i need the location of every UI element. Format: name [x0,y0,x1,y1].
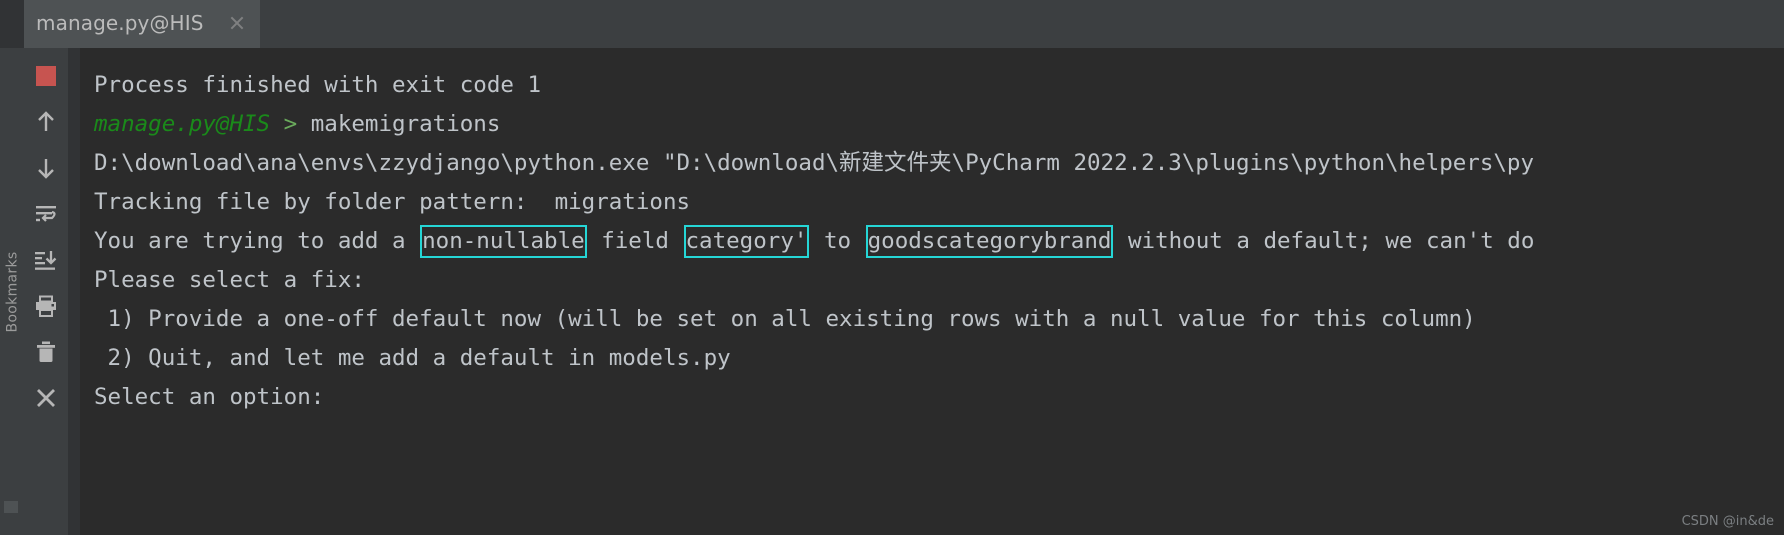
down-button[interactable] [30,152,62,184]
print-button[interactable] [30,290,62,322]
highlight-box: non-nullable [420,225,587,258]
console-line-command-line: manage.py@HIS > makemigrations [80,105,1784,144]
console-panel[interactable]: Process finished with exit code 1 manage.… [68,48,1784,535]
console-text: to [810,228,865,254]
tab-manage-py[interactable]: manage.py@HIS [24,0,260,48]
console-text: Please select a fix: [94,267,365,293]
console-line-interpreter-path: D:\download\ana\envs\zzydjango\python.ex… [80,144,1784,183]
console-line-process-finished: Process finished with exit code 1 [80,66,1784,105]
stop-button[interactable] [30,60,62,92]
console-line-option-2: 2) Quit, and let me add a default in mod… [80,339,1784,378]
console-text: makemigrations [310,111,501,137]
highlight-box: goodscategorybrand [865,225,1114,258]
soft-wrap-icon [36,206,56,222]
console-line-select-an-option: Select an option: [80,378,1784,417]
bookmarks-label: Bookmarks [4,251,21,332]
arrow-down-icon [38,159,54,179]
highlight-box: category' [683,225,810,258]
console-gutter [68,48,80,535]
ide-body: Bookmarks Process finished with exit cod… [0,48,1784,535]
console-output[interactable]: Process finished with exit code 1 manage.… [80,48,1784,535]
run-tool-window-toolbar [24,48,68,535]
editor-tab-bar: manage.py@HIS [0,0,1784,48]
console-text: 1) Provide a one-off default now (will b… [94,306,1476,332]
ide-window: manage.py@HIS Bookmarks Process finished… [0,0,1784,535]
console-line-please-select-fix: Please select a fix: [80,261,1784,300]
bookmarks-marker [4,501,18,513]
close-button[interactable] [30,382,62,414]
console-text: field [587,228,683,254]
console-text: Tracking file by folder pattern: migrati… [94,189,691,215]
printer-icon [36,295,56,317]
scroll-to-end-button[interactable] [30,244,62,276]
soft-wrap-button[interactable] [30,198,62,230]
scroll-to-end-icon [35,251,57,270]
console-text: without a default; we can't do [1114,228,1535,254]
console-text: Select an option: [94,384,325,410]
console-text: > [270,111,311,137]
console-text: manage.py@HIS [94,111,271,137]
close-icon [37,389,55,407]
up-button[interactable] [30,106,62,138]
clear-all-button[interactable] [30,336,62,368]
console-text: D:\download\ana\envs\zzydjango\python.ex… [94,150,1535,176]
tab-label: manage.py@HIS [36,10,204,35]
console-line-option-1: 1) Provide a one-off default now (will b… [80,300,1784,339]
console-text: Process finished with exit code 1 [94,72,542,98]
console-text: 2) Quit, and let me add a default in mod… [94,345,731,371]
bookmarks-tool-strip[interactable]: Bookmarks [0,48,24,535]
console-line-tracking-file: Tracking file by folder pattern: migrati… [80,183,1784,222]
tab-bar-gutter [0,0,24,48]
watermark: CSDN @in&de [1681,514,1774,529]
stop-square-icon [36,66,56,86]
close-icon[interactable] [228,14,246,32]
console-line-non-nullable-warning: You are trying to add a non-nullable fie… [80,222,1784,261]
console-text: You are trying to add a [94,228,420,254]
arrow-up-icon [38,111,54,131]
trash-icon [37,341,55,362]
